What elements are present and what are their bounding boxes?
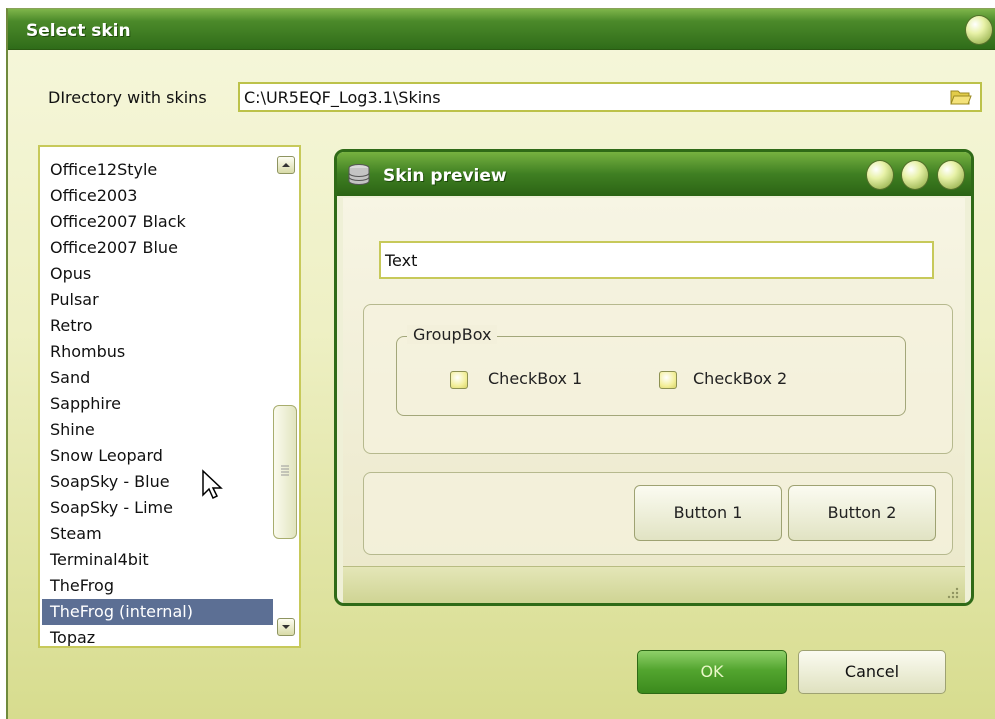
skin-list-item[interactable]: Retro <box>50 313 264 339</box>
directory-input[interactable]: C:\UR5EQF_Log3.1\Skins <box>238 82 982 112</box>
skin-list-item[interactable]: Topaz <box>50 625 264 646</box>
mouse-pointer-icon <box>202 469 223 500</box>
groupbox: GroupBox CheckBox 1 CheckBox 2 <box>396 325 906 416</box>
scrollbar-thumb[interactable] <box>273 405 297 539</box>
maximize-orb-button[interactable] <box>901 160 929 190</box>
grip-lines-icon <box>281 465 289 476</box>
title-bar[interactable]: Select skin <box>8 9 995 50</box>
skin-list-item[interactable]: Office12Style <box>50 157 264 183</box>
checkbox-2[interactable] <box>659 371 677 389</box>
skin-list-item[interactable]: Office2007 Blue <box>50 235 264 261</box>
resize-grip-icon[interactable] <box>945 585 959 599</box>
window-orb-button[interactable] <box>965 15 993 45</box>
skin-list-item[interactable]: TheFrog (internal) <box>42 599 273 625</box>
checkbox-2-label[interactable]: CheckBox 2 <box>693 369 787 388</box>
checkbox-1[interactable] <box>450 371 468 389</box>
preview-title: Skin preview <box>383 166 507 186</box>
folder-open-icon[interactable] <box>950 88 972 106</box>
skin-list-item[interactable]: Office2007 Black <box>50 209 264 235</box>
skin-list-item[interactable]: Opus <box>50 261 264 287</box>
cancel-button[interactable]: Cancel <box>798 650 946 694</box>
skin-list-item[interactable]: Pulsar <box>50 287 264 313</box>
close-orb-button[interactable] <box>937 160 965 190</box>
checkbox-1-label[interactable]: CheckBox 1 <box>488 369 582 388</box>
chevron-up-icon <box>282 163 290 167</box>
skin-list-item[interactable]: Terminal4bit <box>50 547 264 573</box>
directory-value: C:\UR5EQF_Log3.1\Skins <box>244 88 441 107</box>
preview-text-value: Text <box>385 251 418 270</box>
skin-list-item[interactable]: Sand <box>50 365 264 391</box>
groupbox-label: GroupBox <box>407 325 498 344</box>
scroll-down-button[interactable] <box>277 618 295 636</box>
skin-list-item[interactable]: TheFrog <box>50 573 264 599</box>
preview-panel-buttons: Button 1 Button 2 <box>363 472 953 555</box>
button-2[interactable]: Button 2 <box>788 485 936 541</box>
skin-list-item[interactable]: Rhombus <box>50 339 264 365</box>
skin-preview-window: Skin preview Text GroupBox CheckBox 1 Ch… <box>334 149 974 606</box>
chevron-down-icon <box>282 625 290 629</box>
database-icon <box>348 164 370 185</box>
minimize-orb-button[interactable] <box>866 160 894 190</box>
select-skin-dialog: Select skin DIrectory with skins C:\UR5E… <box>6 8 995 719</box>
skin-list-item[interactable]: Office2003 <box>50 183 264 209</box>
skin-list-item[interactable]: Snow Leopard <box>50 443 264 469</box>
ok-button[interactable]: OK <box>637 650 787 694</box>
preview-status-bar <box>343 566 965 603</box>
skin-list-item[interactable]: Steam <box>50 521 264 547</box>
skin-listbox[interactable]: Office12Style Office2003 Office2007 Black O… <box>38 145 301 648</box>
preview-text-input[interactable]: Text <box>379 241 934 279</box>
window-title: Select skin <box>26 21 131 41</box>
scroll-up-button[interactable] <box>277 156 295 174</box>
preview-body: Text GroupBox CheckBox 1 CheckBox 2 Butt… <box>343 198 965 567</box>
skin-list-item[interactable]: Shine <box>50 417 264 443</box>
directory-label: DIrectory with skins <box>48 88 207 107</box>
skin-list-item[interactable]: Sapphire <box>50 391 264 417</box>
preview-title-bar: Skin preview <box>337 152 971 196</box>
preview-panel-top: GroupBox CheckBox 1 CheckBox 2 <box>363 304 953 454</box>
button-1[interactable]: Button 1 <box>634 485 782 541</box>
